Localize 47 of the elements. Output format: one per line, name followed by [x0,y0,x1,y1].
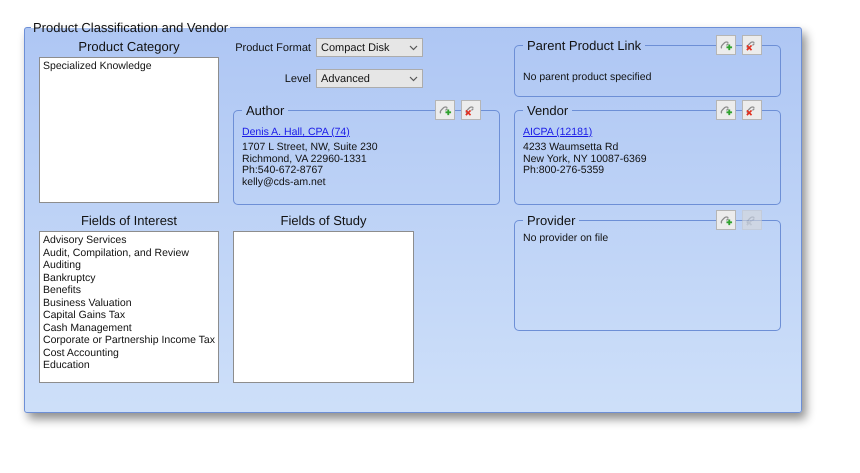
category-list[interactable]: Specialized Knowledge [39,57,219,203]
list-item[interactable]: Business Valuation [43,296,215,309]
list-item[interactable]: Cash Management [43,322,215,334]
status-text: No provider on file [523,232,610,244]
panel-title: Product Classification and Vendor [32,20,230,35]
list-item[interactable]: Bankruptcy [43,272,215,284]
address-line: 4233 Waumsetta Rd [523,142,620,154]
address-line: Richmond, VA 22960-1331 [242,154,368,165]
list-item[interactable]: Cost Accounting [43,346,215,359]
add-link-button[interactable] [716,100,736,120]
remove-link-button[interactable] [742,35,762,55]
list-item[interactable]: Corporate or Partnership Income Tax [43,334,215,346]
list-item[interactable]: Audit, Compilation, and Review [43,246,215,259]
address-line: 1707 L Street, NW, Suite 230 [242,142,379,154]
address-line: kelly@cds-am.net [242,176,327,188]
group-title: Vendor [526,103,570,118]
list-item[interactable]: Education [43,359,215,372]
add-link-button[interactable] [716,35,736,55]
group-title: Parent Product Link [526,38,642,53]
address-line: New York, NY 10087-6369 [523,154,648,165]
add-link-button[interactable] [435,100,455,120]
remove-link-button[interactable] [742,100,762,120]
list-item[interactable]: Auditing [43,259,215,272]
chevron-icon [409,44,418,50]
group-title: Provider [526,213,576,228]
dropdown[interactable]: Compact Disk [316,38,423,57]
list-item[interactable]: Capital Gains Tax [43,309,215,322]
dropdown[interactable]: Advanced [316,69,423,88]
address-line: Ph:540-672-8767 [242,165,324,176]
add-link-button[interactable] [716,210,736,230]
contact-link[interactable]: AICPA (12181) [523,126,592,138]
remove-link-button[interactable] [461,100,481,120]
contact-link[interactable]: Denis A. Hall, CPA (74) [242,126,350,138]
address-line: Ph:800-276-5359 [523,165,606,176]
list-item[interactable]: Specialized Knowledge [43,60,215,72]
list-item[interactable]: Benefits [43,284,215,296]
list-item[interactable]: Advisory Services [43,234,215,246]
interest-list[interactable]: Advisory Services Audit, Compilation, and Review Auditing Bankruptcy Benefits Business Valuation Capital Gains Tax Cash Management Corporate or Partnership Income Tax Cost Accounting Education [39,231,219,383]
list-heading: Fields of Interest [80,213,178,228]
field-label: Level [284,72,311,84]
group-title: Author [245,103,286,118]
list-heading: Product Category [77,39,181,54]
chevron-icon [409,76,418,82]
study-list[interactable] [233,231,414,383]
list-heading: Fields of Study [280,213,368,228]
status-text: No parent product specified [523,71,652,83]
field-label: Product Format [235,42,311,54]
